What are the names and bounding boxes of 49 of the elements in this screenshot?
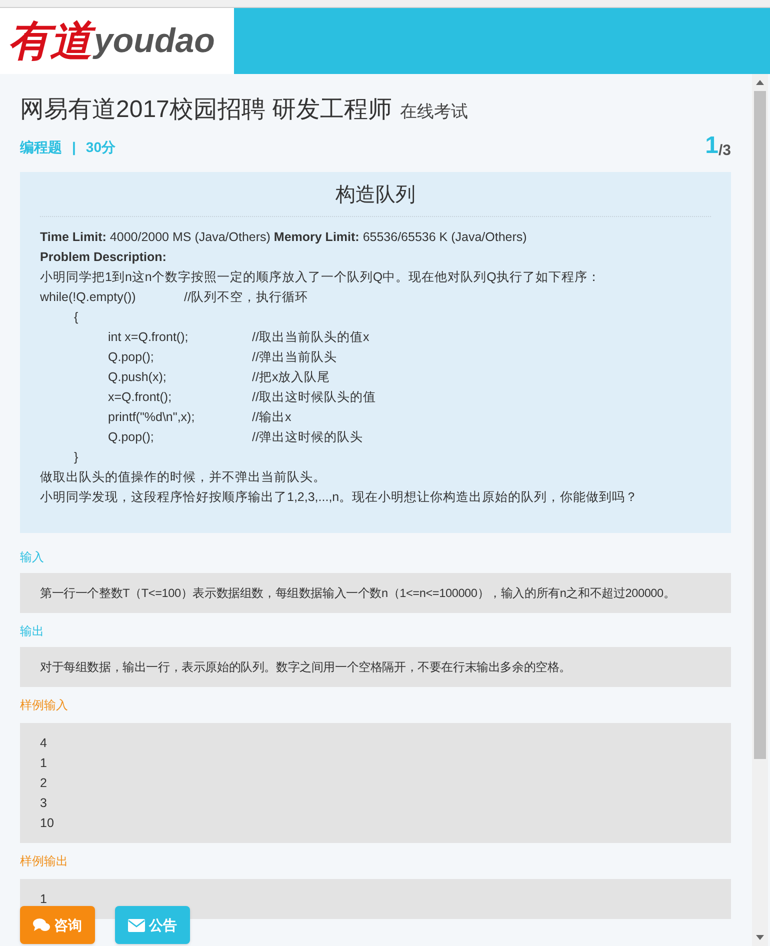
code-comment: //队列不空，执行循环 — [184, 289, 308, 306]
question-type: 编程题 — [20, 138, 62, 157]
description-text: 小明同学把1到n这n个数字按照一定的顺序放入了一个队列Q中。现在他对队列Q执行了如下程序： — [40, 269, 600, 286]
chat-icon — [33, 918, 50, 932]
question-total: /3 — [718, 143, 731, 158]
description-text: 做取出队头的值操作的时候，并不弹出当前队头。 — [40, 469, 326, 486]
code-text: Q.pop(); — [108, 349, 155, 366]
code-comment: //把x放入队尾 — [252, 369, 330, 386]
scroll-down-icon[interactable] — [756, 935, 764, 940]
code-text: Q.push(x); — [108, 369, 168, 386]
code-comment: //输出x — [252, 409, 292, 426]
code-comment: //弹出当前队头 — [252, 349, 337, 366]
sample-line: 1 — [40, 891, 48, 908]
scrollbar-thumb[interactable] — [754, 91, 766, 759]
section-label: 样例输出 — [20, 853, 69, 869]
envelope-icon — [128, 918, 145, 932]
code-comment: //弹出这时候的队头 — [252, 429, 363, 446]
code-text: x=Q.front(); — [108, 389, 173, 406]
section-text: 对于每组数据，输出一行，表示原始的队列。数字之间用一个空格隔开，不要在行末输出多余的空格。 — [40, 659, 572, 676]
code-text: printf("%d\n",x); — [108, 409, 196, 426]
scroll-up-icon[interactable] — [756, 80, 764, 85]
question-number: 1 — [705, 134, 718, 158]
code-text: { — [74, 309, 80, 326]
problem-title: 构造队列 — [40, 180, 711, 217]
sample-line: 1 — [40, 755, 48, 772]
notice-button[interactable]: 公告 — [115, 906, 190, 944]
sample-line: 10 — [40, 815, 55, 832]
code-text: Q.pop(); — [108, 429, 155, 446]
exam-subtitle: 在线考试 — [400, 101, 468, 123]
section-label: 样例输入 — [20, 697, 69, 713]
consult-button[interactable]: 咨询 — [20, 906, 95, 944]
code-text: while(!Q.empty()) — [40, 289, 137, 306]
section-label: 输入 — [20, 549, 45, 565]
logo-wordmark: youdao — [94, 24, 215, 58]
sample-line: 4 — [40, 735, 48, 752]
question-score: 30分 — [86, 138, 116, 157]
separator: | — [72, 138, 76, 158]
sample-line: 2 — [40, 775, 48, 792]
description-text: 小明同学发现，这段程序恰好按顺序输出了1,2,3,...,n。现在小明想让你构造出原始的队列，你能做到吗？ — [40, 489, 638, 506]
description-label: Problem Description: — [40, 249, 168, 266]
limits-text: Time Limit: 4000/2000 MS (Java/Others) Memory Limit: 65536/65536 K (Java/Others) — [40, 229, 528, 246]
code-text: } — [74, 449, 80, 466]
sample-line: 3 — [40, 795, 48, 812]
section-label: 输出 — [20, 623, 45, 639]
code-comment: //取出当前队头的值x — [252, 329, 370, 346]
code-comment: //取出这时候队头的值 — [252, 389, 376, 406]
section-text: 第一行一个整数T（T<=100）表示数据组数，每组数据输入一个数n（1<=n<=100000），输入的所有n之和不超过200000。 — [40, 585, 676, 602]
code-text: int x=Q.front(); — [108, 329, 190, 346]
exam-title: 网易有道2017校园招聘 研发工程师 — [20, 95, 392, 125]
